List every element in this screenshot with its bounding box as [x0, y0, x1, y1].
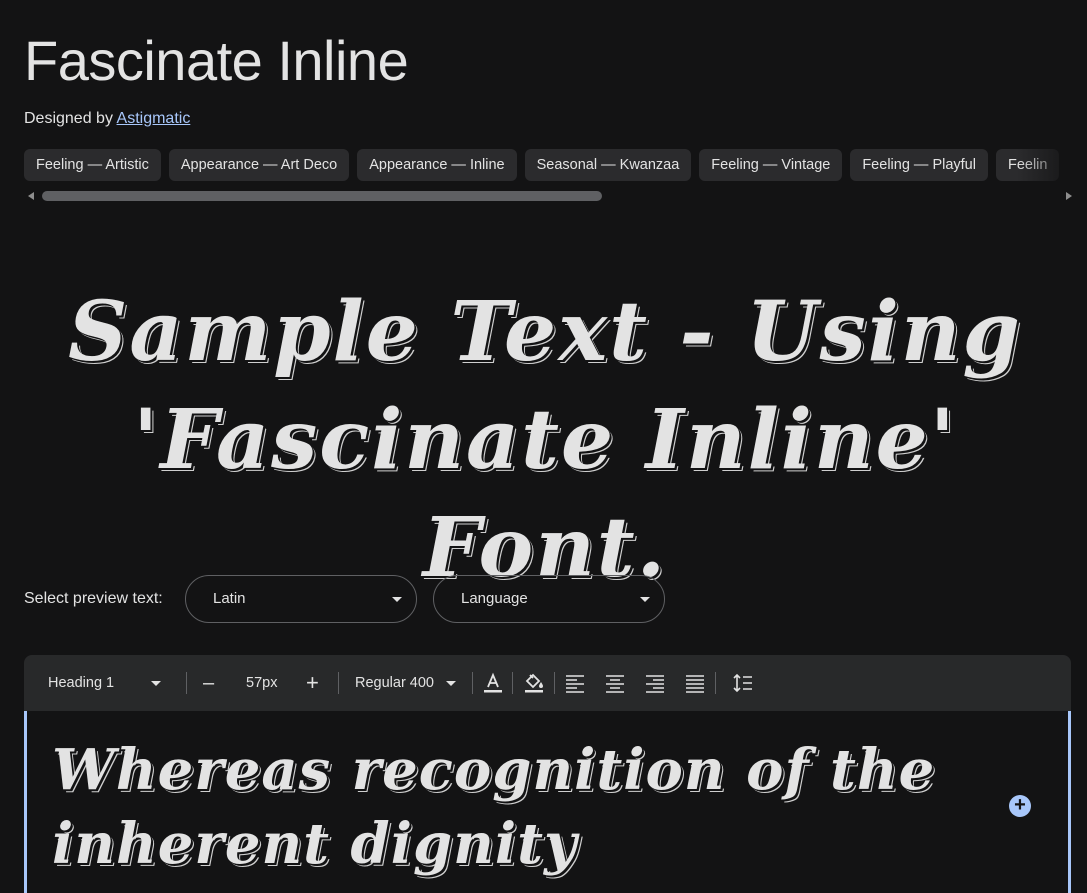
tag-chip[interactable]: Feelin [995, 149, 1060, 181]
preview-editor[interactable]: Whereas recognition of the inherent dign… [24, 711, 1071, 893]
toolbar-divider [338, 672, 339, 694]
editor-toolbar: Heading 1 – 57px + Regular 400 [24, 655, 1071, 711]
designer-line: Designed by Astigmatic [24, 110, 190, 128]
toolbar-divider [554, 672, 555, 694]
align-justify-icon[interactable] [683, 671, 707, 695]
text-style-select[interactable]: Heading 1 [48, 655, 188, 711]
editor-text[interactable]: Whereas recognition of the inherent dign… [52, 733, 952, 881]
language-select[interactable]: Language [433, 575, 665, 623]
scroll-left-arrow-icon[interactable] [28, 192, 34, 200]
add-icon[interactable]: + [1009, 795, 1031, 817]
designed-by-label: Designed by [24, 110, 113, 127]
toolbar-divider [512, 672, 513, 694]
page-title: Fascinate Inline [24, 29, 409, 92]
tag-list: Feeling — Artistic Appearance — Art Deco A… [24, 149, 1087, 181]
toolbar-divider [715, 672, 716, 694]
font-weight-value: Regular 400 [355, 675, 434, 691]
tag-chip[interactable]: Appearance — Inline [357, 149, 517, 181]
align-center-icon[interactable] [603, 671, 627, 695]
align-left-icon[interactable] [563, 671, 587, 695]
font-size-value[interactable]: 57px [246, 655, 277, 711]
chevron-down-icon [151, 681, 161, 686]
chevron-down-icon [392, 597, 402, 602]
tag-chip[interactable]: Feeling — Vintage [699, 149, 843, 181]
preview-text-label: Select preview text: [24, 590, 163, 607]
chevron-down-icon [446, 681, 456, 686]
align-right-icon[interactable] [643, 671, 667, 695]
highlight-color-icon[interactable] [522, 671, 546, 695]
increase-size-button[interactable]: + [306, 655, 322, 711]
decrease-size-button[interactable]: – [203, 655, 219, 711]
script-select-value: Latin [213, 590, 246, 607]
toolbar-divider [472, 672, 473, 694]
chevron-down-icon [640, 597, 650, 602]
text-color-icon[interactable] [481, 671, 505, 695]
tag-scrollbar[interactable] [24, 190, 1072, 202]
tag-chip[interactable]: Feeling — Playful [850, 149, 988, 181]
tag-chip[interactable]: Feeling — Artistic [24, 149, 161, 181]
scroll-thumb[interactable] [42, 191, 602, 201]
line-height-icon[interactable] [731, 671, 755, 695]
script-select[interactable]: Latin [185, 575, 417, 623]
tag-chip[interactable]: Appearance — Art Deco [168, 149, 350, 181]
designer-link[interactable]: Astigmatic [117, 110, 191, 127]
scroll-right-arrow-icon[interactable] [1066, 192, 1072, 200]
toolbar-divider [186, 672, 187, 694]
sample-text-preview: Sample Text - Using 'Fascinate Inline' F… [68, 284, 1022, 596]
text-style-value: Heading 1 [48, 675, 115, 691]
tag-chip[interactable]: Seasonal — Kwanzaa [524, 149, 692, 181]
language-select-value: Language [461, 590, 528, 607]
font-specimen-page: Fascinate Inline Designed by Astigmatic … [0, 0, 1087, 893]
